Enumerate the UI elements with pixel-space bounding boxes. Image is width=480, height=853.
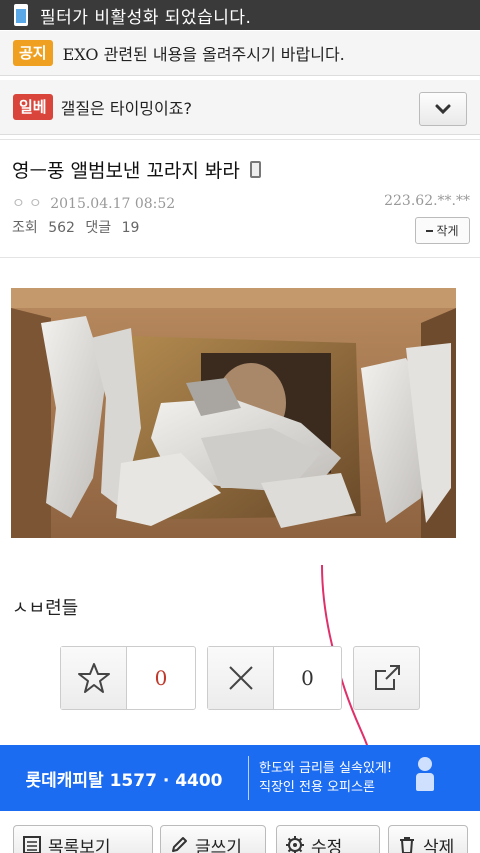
write-label: 글쓰기 [195, 837, 242, 853]
person-body-icon [416, 773, 434, 791]
ad-line2: 직장인 전용 오피스론 [259, 780, 375, 795]
edit-button[interactable]: 수정 [276, 825, 380, 853]
not-recommend-count: 0 [301, 666, 314, 690]
recommend-button[interactable]: 0 [60, 646, 196, 710]
share-icon [374, 665, 400, 690]
ad-copy: 한도와 금리를 실속있게! 직장인 전용 오피스론 [259, 759, 392, 797]
ad-banner[interactable]: 롯데캐피탈 1577 · 4400 한도와 금리를 실속있게! 직장인 전용 오… [0, 745, 480, 811]
delete-button[interactable]: 삭제 [388, 825, 468, 853]
x-icon [228, 666, 253, 690]
red-annotation-stroke [321, 564, 369, 749]
list-button[interactable]: 목록보기 [13, 825, 153, 853]
delete-label: 삭제 [423, 837, 455, 853]
recommend-count: 0 [154, 666, 168, 690]
ad-brand: 롯데캐피탈 1577 · 4400 [25, 770, 223, 791]
trash-icon [400, 837, 414, 853]
ad-line1: 한도와 금리를 실속있게! [259, 761, 393, 776]
not-recommend-icon-cell [208, 647, 274, 709]
edit-label: 수정 [311, 837, 343, 853]
not-recommend-button[interactable]: 0 [207, 646, 342, 710]
share-button[interactable] [353, 646, 420, 710]
pencil-icon [172, 837, 187, 852]
list-label: 목록보기 [48, 837, 111, 853]
person-icon [418, 757, 432, 771]
write-button[interactable]: 글쓰기 [160, 825, 266, 853]
ad-divider [248, 756, 249, 800]
star-icon [77, 663, 110, 693]
recommend-icon-cell [61, 647, 127, 709]
list-icon [23, 836, 41, 853]
gear-icon [286, 836, 304, 853]
